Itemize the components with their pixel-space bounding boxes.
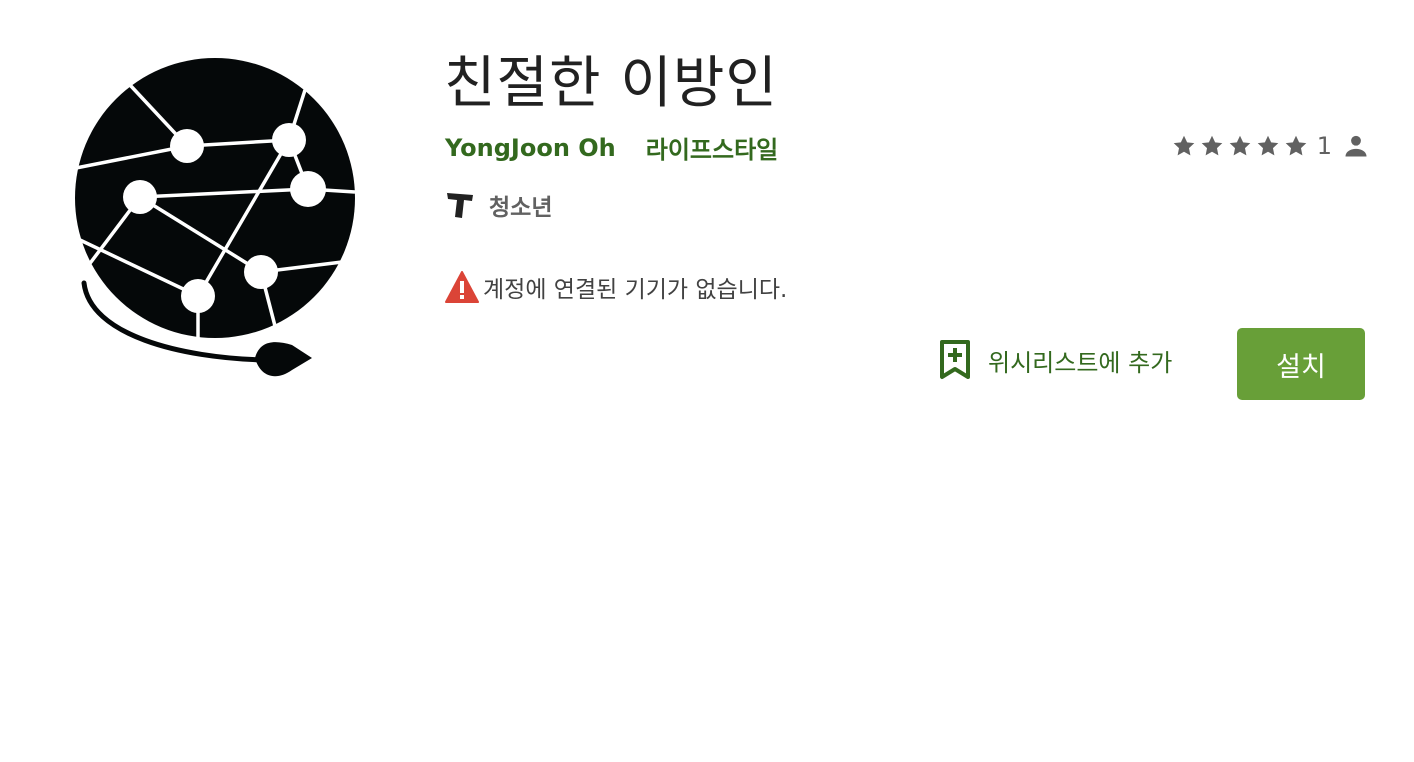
warning-text: 계정에 연결된 기기가 없습니다. [483,277,788,303]
warning-icon [445,271,479,303]
bookmark-add-icon [940,340,970,379]
star-icon [1173,135,1195,156]
no-device-warning: 계정에 연결된 기기가 없습니다. [445,270,787,304]
install-button[interactable]: 설치 [1237,328,1365,400]
star-icon [1229,135,1251,156]
developer-link[interactable]: YongJoon Oh [445,134,616,162]
star-icon [1201,135,1223,156]
content-rating: 청소년 [445,188,552,222]
rating-count: 1 [1316,132,1332,160]
content-rating-label: 청소년 [489,195,553,221]
person-icon [1345,135,1367,157]
teen-rating-icon [447,193,473,218]
star-icon [1285,135,1307,156]
app-logo-icon [60,40,360,390]
developer-row: YongJoon Oh 라이프스타일 [445,130,778,165]
add-to-wishlist-button[interactable]: 위시리스트에 추가 [938,340,1172,380]
wishlist-label: 위시리스트에 추가 [988,348,1173,377]
category-link[interactable]: 라이프스타일 [646,130,778,165]
star-icon [1257,135,1279,156]
app-title: 친절한 이방인 [444,51,778,116]
rating-summary: 1 [1171,132,1370,160]
